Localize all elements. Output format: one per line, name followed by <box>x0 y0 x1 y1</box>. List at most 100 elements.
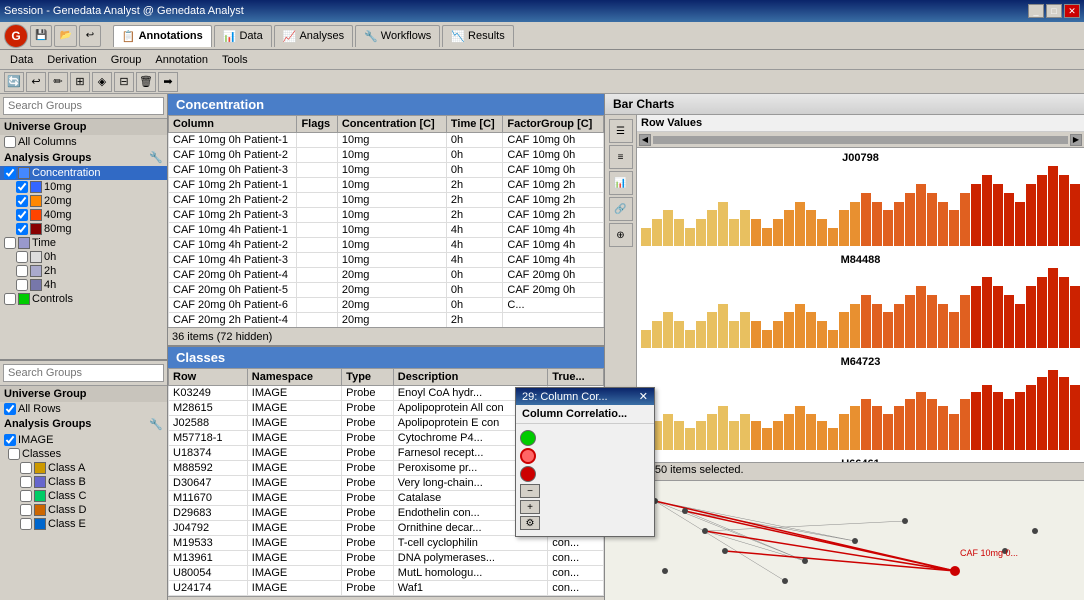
all-rows-checkbox[interactable] <box>4 403 16 415</box>
action-group[interactable]: ⊟ <box>114 72 134 92</box>
controls-checkbox[interactable] <box>4 293 16 305</box>
all-columns-checkbox[interactable] <box>4 136 16 148</box>
action-edit[interactable]: ✏ <box>48 72 68 92</box>
10mg-checkbox[interactable] <box>16 181 28 193</box>
classes-col-type[interactable]: Type <box>342 369 394 386</box>
class-e-checkbox[interactable] <box>20 518 32 530</box>
classes-col-desc[interactable]: Description <box>393 369 547 386</box>
class-e-item[interactable]: Class E <box>0 517 167 531</box>
close-button[interactable]: ✕ <box>1064 4 1080 18</box>
image-checkbox[interactable] <box>4 434 16 446</box>
all-rows-item[interactable]: All Rows <box>0 402 167 416</box>
concentration-row[interactable]: CAF 10mg 0h Patient-310mg0hCAF 10mg 0h <box>169 163 604 178</box>
col-flags[interactable]: Flags <box>297 116 337 133</box>
time-checkbox[interactable] <box>4 237 16 249</box>
concentration-row[interactable]: CAF 10mg 4h Patient-310mg4hCAF 10mg 4h <box>169 253 604 268</box>
action-export[interactable]: ➡ <box>158 72 178 92</box>
tab-annotations[interactable]: 📋Annotations <box>113 25 212 47</box>
charts-container[interactable]: J00798M84488M64723U66461 <box>637 148 1084 462</box>
class-b-item[interactable]: Class B <box>0 475 167 489</box>
image-item[interactable]: IMAGE <box>0 433 167 447</box>
20mg-item[interactable]: 20mg <box>0 194 167 208</box>
80mg-checkbox[interactable] <box>16 223 28 235</box>
chart-tool-2[interactable]: ≡ <box>609 145 633 169</box>
4h-item[interactable]: 4h <box>0 278 167 292</box>
80mg-item[interactable]: 80mg <box>0 222 167 236</box>
concentration-row[interactable]: CAF 10mg 4h Patient-210mg4hCAF 10mg 4h <box>169 238 604 253</box>
menu-group[interactable]: Group <box>105 53 148 67</box>
class-d-checkbox[interactable] <box>20 504 32 516</box>
concentration-row[interactable]: CAF 10mg 0h Patient-110mg0hCAF 10mg 0h <box>169 133 604 148</box>
time-item[interactable]: Time <box>0 236 167 250</box>
2h-item[interactable]: 2h <box>0 264 167 278</box>
action-filter[interactable]: ⊞ <box>70 72 90 92</box>
class-c-checkbox[interactable] <box>20 490 32 502</box>
classes-col-row[interactable]: Row <box>169 369 248 386</box>
menu-annotation[interactable]: Annotation <box>149 53 214 67</box>
scroll-left[interactable]: ◀ <box>639 134 651 146</box>
class-b-checkbox[interactable] <box>20 476 32 488</box>
classes-checkbox[interactable] <box>8 448 20 460</box>
action-delete[interactable]: 🗑 <box>136 72 156 92</box>
popup-btn-red-outline[interactable] <box>520 448 536 464</box>
concentration-row[interactable]: CAF 10mg 0h Patient-210mg0hCAF 10mg 0h <box>169 148 604 163</box>
chart-tool-5[interactable]: ⊕ <box>609 223 633 247</box>
chart-tool-3[interactable]: 📊 <box>609 171 633 195</box>
classes-row[interactable]: U80054IMAGEProbeMutL homologu...con... <box>169 566 604 581</box>
concentration-checkbox[interactable] <box>4 167 16 179</box>
class-d-item[interactable]: Class D <box>0 503 167 517</box>
scroll-track[interactable] <box>653 136 1068 144</box>
open-btn[interactable]: 📂 <box>54 25 76 47</box>
chart-tool-list[interactable]: ☰ <box>609 119 633 143</box>
action-select[interactable]: ◈ <box>92 72 112 92</box>
popup-btn-plus[interactable]: + <box>520 500 540 514</box>
2h-checkbox[interactable] <box>16 265 28 277</box>
save-btn[interactable]: 💾 <box>30 25 52 47</box>
tab-data[interactable]: 📊Data <box>214 25 272 47</box>
col-column[interactable]: Column <box>169 116 297 133</box>
popup-btn-gear[interactable]: ⚙ <box>520 516 540 530</box>
4h-checkbox[interactable] <box>16 279 28 291</box>
concentration-row[interactable]: CAF 20mg 0h Patient-420mg0hCAF 20mg 0h <box>169 268 604 283</box>
minimize-button[interactable]: _ <box>1028 4 1044 18</box>
maximize-button[interactable]: □ <box>1046 4 1062 18</box>
0h-checkbox[interactable] <box>16 251 28 263</box>
tab-workflows[interactable]: 🔧Workflows <box>355 25 440 47</box>
concentration-row[interactable]: CAF 20mg 0h Patient-520mg0hCAF 20mg 0h <box>169 283 604 298</box>
40mg-item[interactable]: 40mg <box>0 208 167 222</box>
scroll-right[interactable]: ▶ <box>1070 134 1082 146</box>
class-a-checkbox[interactable] <box>20 462 32 474</box>
concentration-row[interactable]: CAF 10mg 2h Patient-310mg2hCAF 10mg 2h <box>169 208 604 223</box>
classes-row[interactable]: M13961IMAGEProbeDNA polymerases...con... <box>169 551 604 566</box>
classes-row[interactable]: M19533IMAGEProbeT-cell cyclophilincon... <box>169 536 604 551</box>
menu-data[interactable]: Data <box>4 53 39 67</box>
concentration-row[interactable]: CAF 10mg 2h Patient-110mg2hCAF 10mg 2h <box>169 178 604 193</box>
10mg-item[interactable]: 10mg <box>0 180 167 194</box>
40mg-checkbox[interactable] <box>16 209 28 221</box>
concentration-table-container[interactable]: Column Flags Concentration [C] Time [C] … <box>168 115 604 327</box>
search-rows-input[interactable] <box>3 364 164 382</box>
class-c-item[interactable]: Class C <box>0 489 167 503</box>
classes-row[interactable]: U24174IMAGEProbeWaf1con... <box>169 581 604 596</box>
concentration-item[interactable]: Concentration <box>0 166 167 180</box>
tab-analyses[interactable]: 📈Analyses <box>274 25 353 47</box>
menu-derivation[interactable]: Derivation <box>41 53 103 67</box>
popup-btn-green[interactable] <box>520 430 536 446</box>
0h-item[interactable]: 0h <box>0 250 167 264</box>
search-groups-input[interactable] <box>3 97 164 115</box>
chart-tool-4[interactable]: 🔗 <box>609 197 633 221</box>
concentration-row[interactable]: CAF 10mg 2h Patient-210mg2hCAF 10mg 2h <box>169 193 604 208</box>
classes-col-namespace[interactable]: Namespace <box>247 369 341 386</box>
action-refresh[interactable]: 🔄 <box>4 72 24 92</box>
popup-btn-red[interactable] <box>520 466 536 482</box>
undo-btn[interactable]: ↩ <box>79 25 101 47</box>
action-undo[interactable]: ↩ <box>26 72 46 92</box>
classes-col-true[interactable]: True... <box>548 369 604 386</box>
menu-tools[interactable]: Tools <box>216 53 254 67</box>
popup-btn-minus[interactable]: − <box>520 484 540 498</box>
chart-hscroll-top[interactable]: ◀ ▶ <box>637 132 1084 148</box>
popup-close-icon[interactable]: ✕ <box>639 390 648 403</box>
concentration-row[interactable]: CAF 20mg 2h Patient-420mg2h <box>169 313 604 328</box>
concentration-row[interactable]: CAF 20mg 0h Patient-620mg0hC... <box>169 298 604 313</box>
tab-results[interactable]: 📉Results <box>442 25 513 47</box>
